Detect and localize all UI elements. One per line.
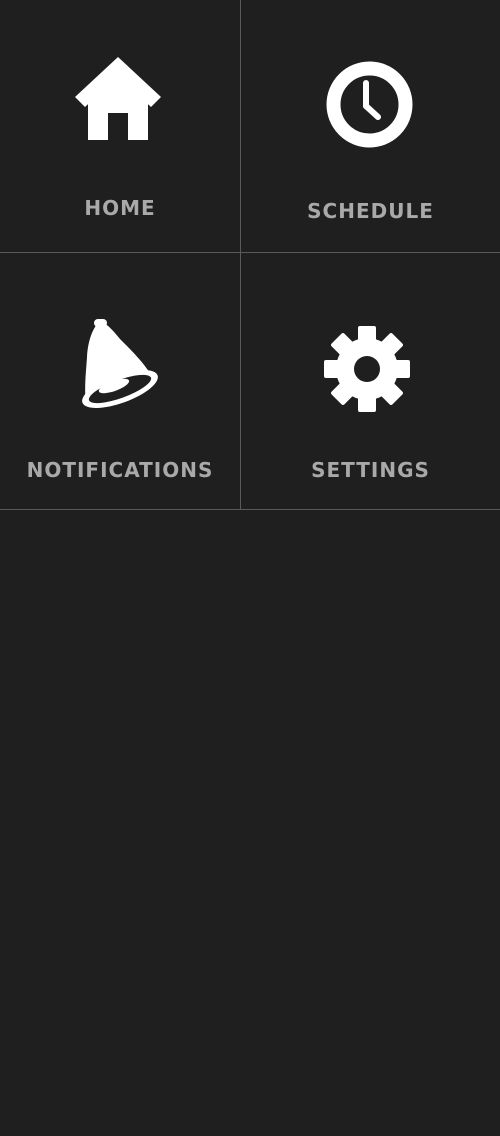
empty-area (0, 510, 500, 1136)
settings-label: SETTINGS (311, 458, 430, 482)
menu-tile-home[interactable]: HOME (0, 0, 240, 252)
gear-icon (324, 326, 410, 412)
home-icon (75, 57, 161, 140)
clock-icon (326, 61, 413, 148)
home-label: HOME (84, 196, 156, 220)
schedule-label: SCHEDULE (307, 199, 434, 223)
notifications-label: NOTIFICATIONS (26, 458, 214, 482)
menu-tile-settings[interactable]: SETTINGS (241, 253, 500, 509)
menu-tile-notifications[interactable]: NOTIFICATIONS (0, 253, 240, 509)
menu-screen: HOME SCHEDULE NOTIFICATIONS SETTINGS (0, 0, 500, 1136)
horizontal-divider-top (0, 252, 500, 253)
bell-icon (82, 319, 158, 408)
menu-tile-schedule[interactable]: SCHEDULE (241, 0, 500, 252)
vertical-divider (240, 0, 241, 509)
